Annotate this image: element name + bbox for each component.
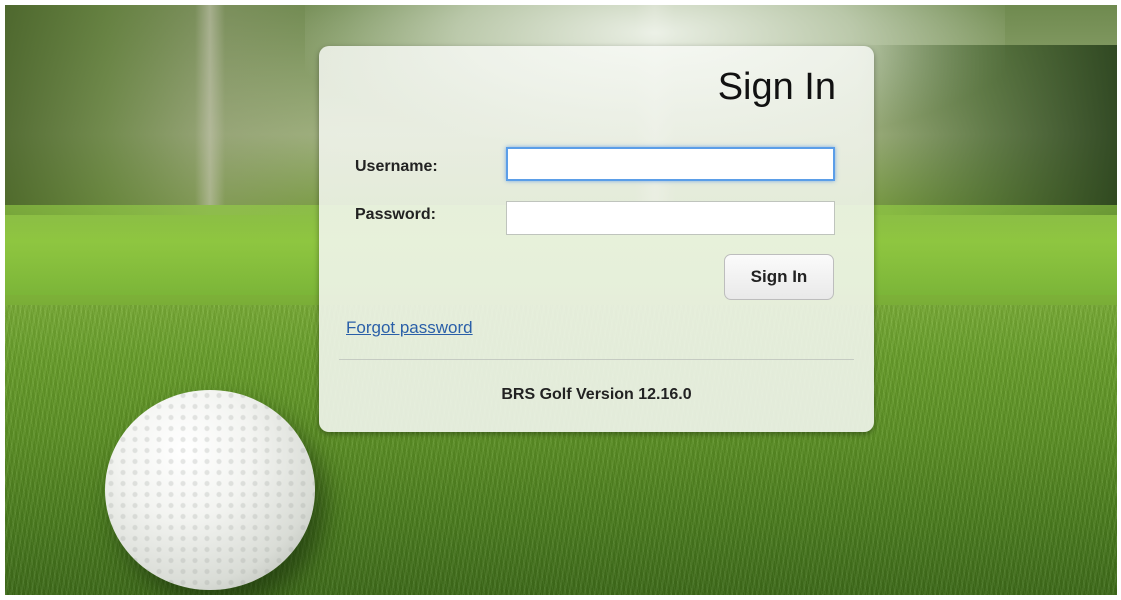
background-tree-trunk <box>195 5 225 205</box>
login-screen: Sign In Username: Password: Sign In Forg… <box>0 0 1121 600</box>
page-title: Sign In <box>717 66 836 108</box>
forgot-password-link[interactable]: Forgot password <box>346 318 473 338</box>
username-input[interactable] <box>506 147 835 181</box>
username-label: Username: <box>355 158 438 175</box>
sign-in-panel: Sign In Username: Password: Sign In Forg… <box>319 46 874 432</box>
golf-ball-icon <box>105 390 315 590</box>
password-input[interactable] <box>506 201 835 235</box>
background-trees-left <box>5 5 345 215</box>
version-text: BRS Golf Version 12.16.0 <box>501 386 692 403</box>
sign-in-button[interactable]: Sign In <box>724 254 834 300</box>
background-trees-right <box>857 45 1117 215</box>
password-label: Password: <box>355 206 436 223</box>
divider <box>339 359 854 360</box>
